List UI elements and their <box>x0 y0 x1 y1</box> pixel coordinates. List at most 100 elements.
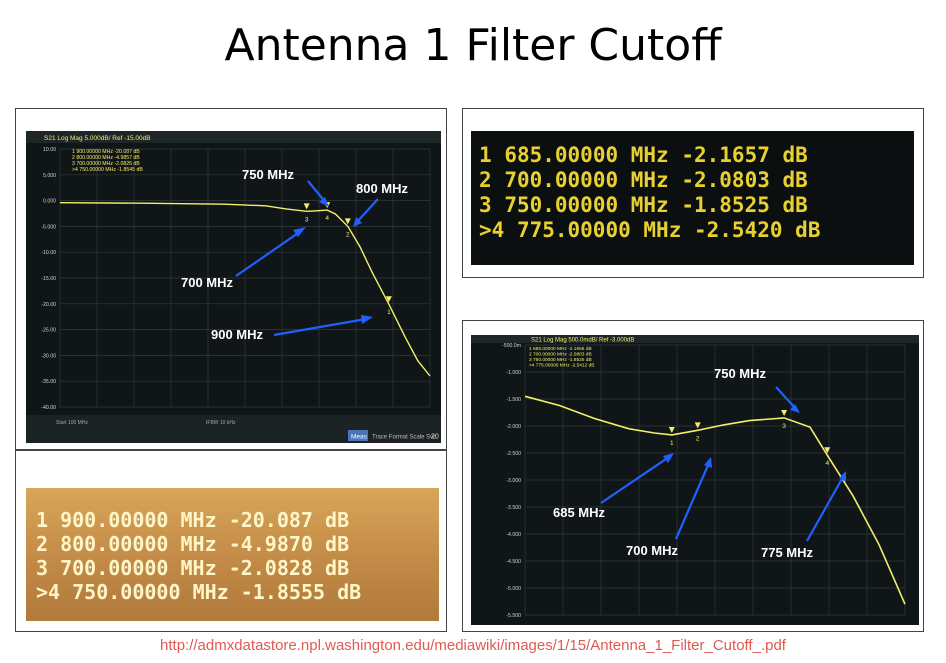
analyzer-screen-top-left: S21 Log Mag 5.000dB/ Ref -15.00dB 10.00 5… <box>26 131 441 443</box>
chart-bottom-right-header: S21 Log Mag 500.0mdB/ Ref -3.000dB <box>531 338 634 344</box>
marker-readout-top-right: 1 685.00000 MHz -2.1657 dB 2 700.00000 M… <box>471 131 914 265</box>
marker-freq: 700.00000 <box>504 168 619 192</box>
marker-row: >4 750.00000 MHz -1.8555 dB <box>36 580 361 604</box>
y-tick-label: -35.00 <box>41 379 56 385</box>
trace-marker-label-3: 3 <box>782 423 786 430</box>
annotation-750-mhz: 750 MHz <box>242 167 295 182</box>
marker-value: -2.0828 <box>228 556 313 580</box>
y-tick-label: -40.00 <box>41 405 56 411</box>
marker-unit: MHz <box>180 556 217 580</box>
marker-row: 2 800.00000 MHz -4.9870 dB <box>36 532 361 556</box>
marker-row: >4 775.00000 MHz -2.5420 dB <box>479 218 820 243</box>
marker-row: 1 900.00000 MHz -20.087 dB <box>36 508 361 532</box>
y-tick-label: -5.000 <box>41 224 56 230</box>
annotation-775-mhz: 775 MHz <box>761 545 814 560</box>
marker-value: -1.8555 <box>240 580 326 604</box>
trace-marker-label-1: 1 <box>670 440 674 447</box>
marker-num: >4 <box>36 580 61 604</box>
chart-bottom-right: S21 Log Mag 500.0mdB/ Ref -3.000dB -500.… <box>471 335 919 625</box>
annotation-900-mhz: 900 MHz <box>211 327 264 342</box>
y-tick-label: -4.500 <box>506 559 521 565</box>
marker-freq: 750.00000 <box>504 193 619 217</box>
photo-frame-bottom-right: S21 Log Mag 500.0mdB/ Ref -3.000dB -500.… <box>462 320 924 632</box>
trace-marker-label-2: 2 <box>696 435 700 442</box>
marker-unit: MHz <box>180 508 217 532</box>
y-tick-label: -15.00 <box>41 276 56 282</box>
photo-frame-bottom-left: 1 900.00000 MHz -20.087 dB 2 800.00000 M… <box>15 450 447 632</box>
marker-table-top-right: 1 685.00000 MHz -2.1657 dB 2 700.00000 M… <box>479 143 820 243</box>
marker-db: dB <box>325 508 350 532</box>
y-tick-label: -500.0m <box>502 343 521 349</box>
marker-db: dB <box>782 143 808 167</box>
marker-db: dB <box>325 556 350 580</box>
marker-readout-line: 3 750.00000 MHz -1.8525 dB <box>529 357 592 363</box>
marker-num: 1 <box>36 508 49 532</box>
y-tick-label: -2.500 <box>506 451 521 457</box>
marker-value: -2.5420 <box>694 218 783 242</box>
marker-unit: MHz <box>643 218 682 242</box>
trace-marker-label-3: 3 <box>305 216 309 223</box>
marker-db: dB <box>795 218 821 242</box>
marker-db: dB <box>782 168 808 192</box>
marker-readout-line: 2 700.00000 MHz -2.0803 dB <box>529 352 592 358</box>
marker-db: dB <box>325 532 350 556</box>
marker-table-bottom-left: 1 900.00000 MHz -20.087 dB 2 800.00000 M… <box>36 508 361 604</box>
marker-num: 3 <box>479 193 492 217</box>
annotation-700-mhz: 700 MHz <box>181 275 234 290</box>
y-tick-label: -3.500 <box>506 505 521 511</box>
marker-unit: MHz <box>630 168 669 192</box>
ref-marker-label: 20 <box>431 434 439 441</box>
marker-row: 3 750.00000 MHz -1.8525 dB <box>479 193 820 218</box>
marker-value: -2.1657 <box>681 143 770 167</box>
chart-top-left: S21 Log Mag 5.000dB/ Ref -15.00dB 10.00 5… <box>26 131 441 443</box>
marker-num: 2 <box>36 532 49 556</box>
source-url-link[interactable]: http://admxdatastore.npl.washington.edu/… <box>0 637 946 654</box>
chart-top-left-header: S21 Log Mag 5.000dB/ Ref -15.00dB <box>44 135 151 142</box>
y-tick-label: -1.000 <box>506 370 521 376</box>
y-tick-label: -3.000 <box>506 478 521 484</box>
photo-frame-top-left: S21 Log Mag 5.000dB/ Ref -15.00dB 10.00 5… <box>15 108 447 450</box>
y-tick-label: -20.00 <box>41 302 56 308</box>
marker-value: -1.8525 <box>681 193 770 217</box>
trace-marker-label-4: 4 <box>325 215 329 222</box>
y-tick-label: 10.00 <box>43 147 56 153</box>
meas-softkey-label: Meas <box>351 434 368 441</box>
y-tick-label: -5.500 <box>506 613 521 619</box>
marker-readout-line: >4 775.00000 MHz -2.5412 dB <box>529 363 594 369</box>
annotation-750-mhz: 750 MHz <box>714 366 767 381</box>
marker-freq: 685.00000 <box>504 143 619 167</box>
marker-db: dB <box>337 580 362 604</box>
marker-unit: MHz <box>630 143 669 167</box>
analyzer-screen-bottom-right: S21 Log Mag 500.0mdB/ Ref -3.000dB -500.… <box>471 335 919 625</box>
marker-unit: MHz <box>630 193 669 217</box>
marker-freq: 700.00000 <box>60 556 169 580</box>
marker-freq: 800.00000 <box>60 532 169 556</box>
marker-value: -20.087 <box>228 508 313 532</box>
photo-frame-top-right: 1 685.00000 MHz -2.1657 dB 2 700.00000 M… <box>462 108 924 278</box>
marker-num: 1 <box>479 143 492 167</box>
annotation-700-mhz: 700 MHz <box>626 543 679 558</box>
softkey-tabs-label: Trace Format Scale Svc <box>372 435 436 441</box>
y-tick-label: 5.000 <box>43 173 56 179</box>
marker-db: dB <box>782 193 808 217</box>
chart-top-left-footer-ifbw: IFBW 10 kHz <box>206 420 236 426</box>
y-tick-label: -5.000 <box>506 586 521 592</box>
y-tick-label: -25.00 <box>41 328 56 334</box>
marker-readout-bottom-left: 1 900.00000 MHz -20.087 dB 2 800.00000 M… <box>26 488 439 621</box>
trace-marker-label-2: 2 <box>346 231 350 238</box>
chart-top-left-footer-start: Start 100 MHz <box>56 420 88 426</box>
marker-readout-line: 1 685.00000 MHz -2.1656 dB <box>529 346 592 352</box>
marker-readout-line: >4 750.00000 MHz -1.8545 dB <box>72 167 143 173</box>
marker-freq: 750.00000 <box>72 580 181 604</box>
slide-title: Antenna 1 Filter Cutoff <box>224 20 722 71</box>
y-tick-label: -1.500 <box>506 397 521 403</box>
marker-value: -4.9870 <box>228 532 313 556</box>
marker-unit: MHz <box>180 532 217 556</box>
marker-unit: MHz <box>192 580 229 604</box>
y-tick-label: -4.000 <box>506 532 521 538</box>
annotation-685-mhz: 685 MHz <box>553 505 606 520</box>
y-tick-label: 0.000 <box>43 199 56 205</box>
y-tick-label: -2.000 <box>506 424 521 430</box>
marker-freq: 900.00000 <box>60 508 169 532</box>
marker-num: 3 <box>36 556 49 580</box>
